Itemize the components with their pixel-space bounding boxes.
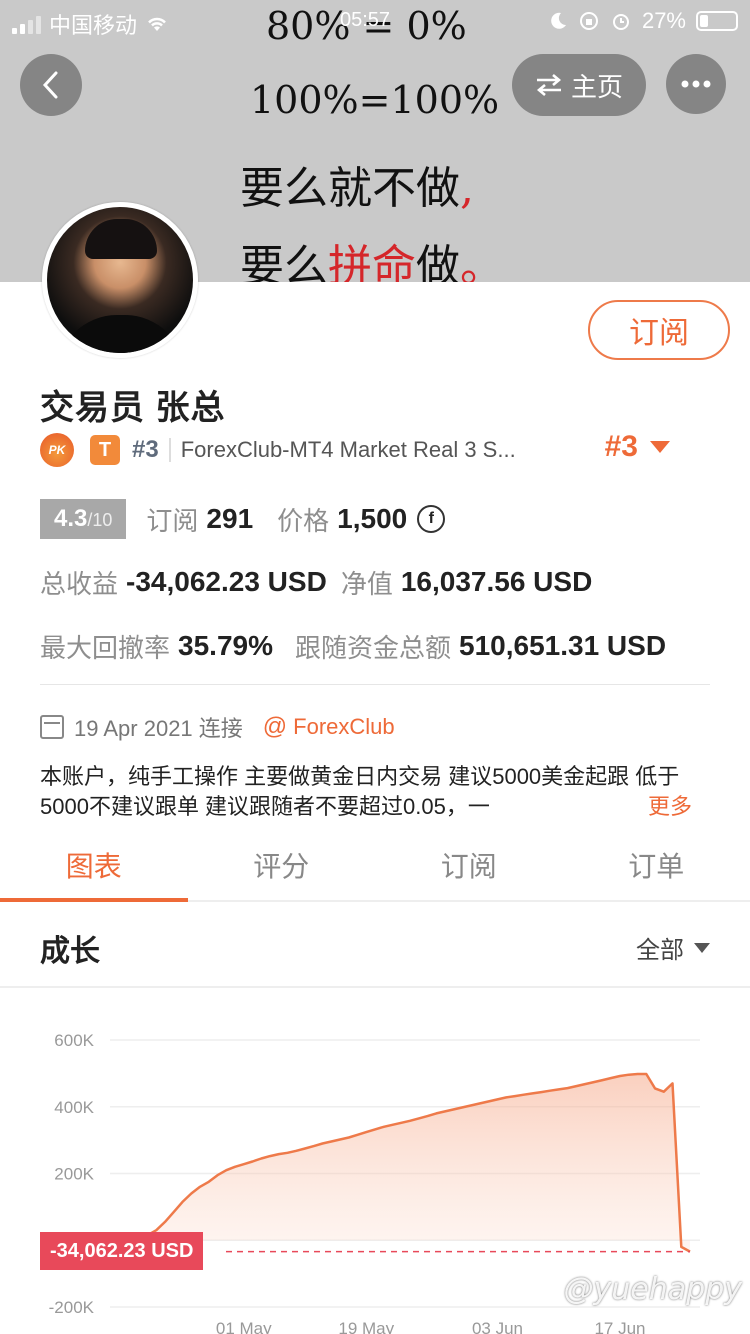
divider (40, 684, 710, 685)
y-tick-label: 200K (54, 1165, 94, 1184)
battery-icon (696, 11, 738, 31)
server-name: ForexClub-MT4 Market Real 3 S... (180, 437, 516, 462)
total-profit-label: 总收益 (40, 568, 119, 599)
tab-chart[interactable]: 图表 (0, 830, 188, 902)
moon-icon (551, 12, 566, 29)
subscribers-value: 291 (206, 503, 254, 534)
rank-small: #3 (132, 436, 159, 463)
status-time: 05:57 (340, 9, 391, 31)
y-tick-label: 400K (54, 1098, 94, 1117)
connection-date: 19 Apr 2021 连接 (74, 716, 243, 741)
series-area (130, 1074, 690, 1252)
caret-down-icon (694, 942, 710, 953)
calendar-icon (40, 715, 64, 739)
wifi-icon (148, 17, 166, 31)
range-selector[interactable]: 全部 (636, 930, 710, 965)
drawdown-funds-row: 最大回撤率 35.79% 跟随资金总额 510,651.31 USD (40, 626, 666, 666)
banner-quote-line-3: 要么就不做, (240, 163, 474, 214)
score-price-row: 4.3/10 订阅 291 价格 1,500 f (40, 498, 446, 540)
at-icon: @ (262, 713, 288, 740)
subscribers-label: 订阅 (146, 505, 199, 536)
equity-value: 16,037.56 USD (400, 566, 593, 597)
price-label: 价格 (277, 505, 330, 536)
current-value-tag: -34,062.23 USD (40, 1232, 204, 1270)
account-description: 本账户，纯手工操作 主要做黄金日内交易 建议5000美金起跟 低于5000不建议… (40, 762, 710, 822)
growth-section-header: 成长 全部 (0, 902, 750, 988)
status-bar: 中国移动 05:57 27% (0, 0, 750, 40)
more-link[interactable]: 更多 (643, 792, 692, 822)
chevron-left-icon (42, 71, 58, 99)
tab-orders[interactable]: 订单 (563, 830, 750, 900)
carrier-label: 中国移动 (49, 13, 138, 38)
y-tick-label: 600K (54, 1031, 94, 1050)
pk-badge-icon: PK (40, 433, 74, 467)
tab-subscriptions[interactable]: 订阅 (375, 830, 563, 900)
divider (168, 438, 171, 462)
signal-icon (12, 14, 41, 34)
total-profit-value: -34,062.23 USD (126, 566, 327, 597)
tab-rating[interactable]: 评分 (188, 830, 376, 900)
range-label: 全部 (636, 937, 684, 964)
more-button[interactable] (666, 54, 726, 114)
broker-link[interactable]: ForexClub (293, 714, 394, 740)
section-title: 成长 (40, 935, 100, 968)
caret-down-icon (650, 441, 670, 453)
home-button[interactable]: 主页 (512, 54, 646, 116)
description-text: 本账户，纯手工操作 主要做黄金日内交易 建议5000美金起跟 低于5000不建议… (40, 764, 680, 819)
subscribe-button[interactable]: 订阅 (588, 300, 730, 360)
watermark: @yuehappy (563, 1272, 742, 1307)
home-button-label: 主页 (570, 71, 623, 102)
trader-name: 交易员 张总 (40, 389, 226, 427)
profit-equity-row: 总收益 -34,062.23 USD 净值 16,037.56 USD (40, 562, 592, 602)
tab-bar: 图表 评分 订阅 订单 (0, 830, 750, 902)
t-badge-icon: T (90, 435, 120, 465)
alarm-icon (612, 14, 629, 30)
banner-quote-line-4: 要么拼命做。 (240, 241, 504, 282)
account-rank-selector[interactable]: #3 (605, 430, 670, 464)
orientation-lock-icon (579, 12, 598, 30)
coin-icon: f (417, 505, 446, 533)
rank-big-label: #3 (604, 430, 638, 463)
max-drawdown-value: 35.79% (178, 630, 273, 661)
follow-funds-value: 510,651.31 USD (459, 630, 667, 661)
badge-row: PK T #3 ForexClub-MT4 Market Real 3 S...… (40, 430, 710, 470)
x-tick-label: 01 May (216, 1319, 272, 1334)
back-button[interactable] (20, 54, 82, 116)
connection-meta: 19 Apr 2021 连接 @ ForexClub (40, 708, 395, 746)
x-tick-label: 03 Jun (472, 1319, 523, 1334)
x-tick-label: 19 May (338, 1319, 394, 1334)
equity-label: 净值 (340, 568, 393, 599)
banner-quote-line-2: 100%=100% (250, 78, 500, 122)
x-tick-label: 17 Jun (594, 1319, 645, 1334)
price-value: 1,500 (337, 503, 408, 534)
follow-funds-label: 跟随资金总额 (294, 632, 451, 663)
y-tick-label: -200K (49, 1298, 95, 1317)
battery-percent: 27% (641, 8, 686, 33)
rating-badge: 4.3/10 (40, 499, 127, 539)
more-dots-icon (681, 80, 711, 88)
trader-avatar[interactable] (42, 202, 198, 358)
swap-icon (536, 74, 562, 96)
max-drawdown-label: 最大回撤率 (40, 632, 171, 663)
